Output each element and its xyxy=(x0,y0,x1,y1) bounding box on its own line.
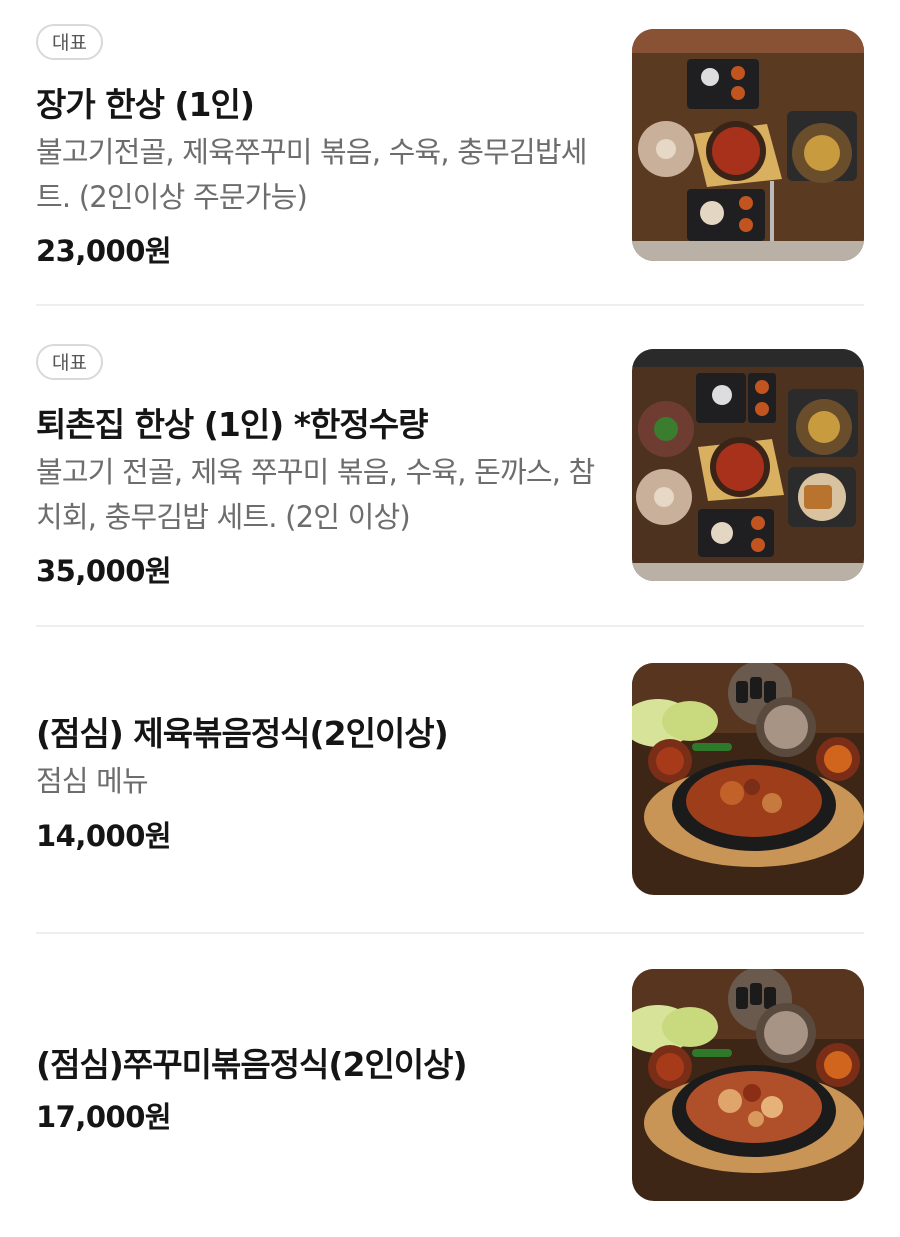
menu-item-janga-hansang[interactable]: 대표 장가 한상 (1인) 불고기전골, 제육쭈꾸미 볶음, 수육, 충무김밥세… xyxy=(0,0,900,305)
menu-item-description: 점심 메뉴 xyxy=(36,764,149,798)
menu-item-description: 불고기전골, 제육쭈꾸미 볶음, 수육, 충무김밥세트. (2인이상 주문가능) xyxy=(36,135,587,214)
menu-item-name: 장가 한상 (1인) xyxy=(36,85,255,124)
food-photo-icon xyxy=(632,969,864,1201)
menu-item-price: 14,000원 xyxy=(36,819,172,853)
menu-item-toechon-hansang[interactable]: 대표 퇴촌집 한상 (1인) *한정수량 불고기 전골, 제육 쭈꾸미 볶음, … xyxy=(0,306,900,624)
menu-item-name: (점심) 제육볶음정식(2인이상) xyxy=(36,714,449,753)
menu-item-name: 퇴촌집 한상 (1인) *한정수량 xyxy=(36,405,428,444)
signature-badge: 대표 xyxy=(36,344,103,380)
food-photo-icon xyxy=(632,663,864,895)
food-photo-icon xyxy=(632,29,864,261)
food-photo-icon xyxy=(632,349,864,581)
menu-item-price: 23,000원 xyxy=(36,234,172,268)
menu-item-name: (점심)쭈꾸미볶음정식(2인이상) xyxy=(36,1045,468,1084)
menu-item-lunch-jeyuk[interactable]: (점심) 제육볶음정식(2인이상) 점심 메뉴 14,000원 xyxy=(0,627,900,932)
menu-item-description: 불고기 전골, 제육 쭈꾸미 볶음, 수육, 돈까스, 참치회, 충무김밥 세트… xyxy=(36,455,595,534)
menu-item-lunch-jjukkumi[interactable]: (점심)쭈꾸미볶음정식(2인이상) 17,000원 xyxy=(0,934,900,1237)
menu-item-price: 17,000원 xyxy=(36,1100,172,1134)
menu-item-price: 35,000원 xyxy=(36,554,172,588)
signature-badge: 대표 xyxy=(36,24,103,60)
